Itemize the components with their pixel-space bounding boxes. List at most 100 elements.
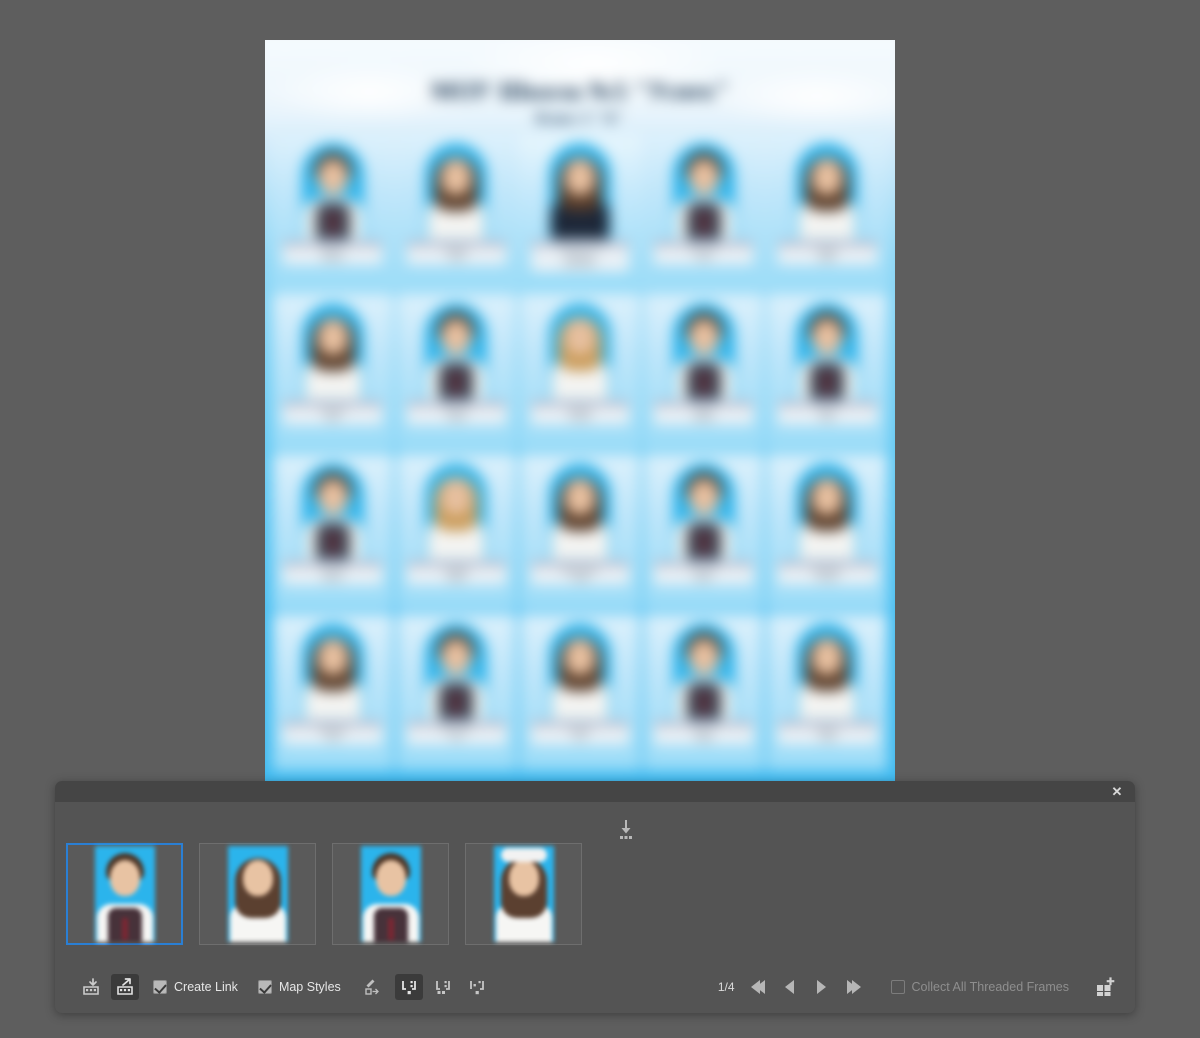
portrait-cell: Виноградова Софья bbox=[520, 454, 640, 610]
portrait-name-line-2: Алиса bbox=[447, 254, 466, 262]
panel-header: ✕ bbox=[55, 781, 1135, 802]
portrait-name-line-2: Илья bbox=[820, 414, 835, 422]
portrait-cell: Кузнецов Егор bbox=[643, 134, 764, 290]
portrait-name-line-2: классный bbox=[566, 254, 594, 262]
portrait-cell: Морозов Артём bbox=[396, 294, 517, 450]
portrait-photo bbox=[796, 623, 859, 719]
portrait-photo bbox=[672, 303, 735, 399]
portrait-photo bbox=[548, 143, 611, 239]
portrait-name-line-2: Софья bbox=[571, 574, 589, 582]
create-link-checkbox[interactable]: Create Link bbox=[153, 980, 238, 994]
create-link-checkbox-box[interactable] bbox=[153, 980, 167, 994]
portrait-cell: Семёнов Никита bbox=[273, 454, 393, 610]
edit-style-mapping-icon[interactable] bbox=[359, 974, 387, 1000]
close-icon[interactable]: ✕ bbox=[1107, 782, 1127, 801]
portrait-name-plate: Голубева Мария bbox=[407, 563, 506, 586]
portrait-cell: Беляева Ева bbox=[520, 614, 640, 770]
map-styles-label: Map Styles bbox=[278, 980, 341, 994]
page-navigation[interactable]: 1/4 bbox=[718, 978, 863, 996]
portrait-name-line-2: Артём bbox=[447, 414, 466, 422]
collect-all-checkbox-box[interactable] bbox=[890, 980, 905, 994]
map-styles-checkbox-box[interactable] bbox=[257, 980, 272, 994]
portrait-name-line-1: Иванов bbox=[322, 247, 343, 254]
portrait-photo bbox=[548, 623, 611, 719]
portrait-name-line-2: Денис bbox=[694, 574, 713, 582]
page-indicator: 1/4 bbox=[717, 980, 735, 994]
portrait-photo bbox=[672, 623, 735, 719]
portrait-name-plate: Фёдорова Анна bbox=[283, 723, 383, 746]
content-conveyor-panel[interactable]: ✕ Create Link Map Styles 1/4 Collect All… bbox=[55, 781, 1135, 1013]
portrait-photo bbox=[425, 303, 488, 399]
portrait-name-line-1: Смирнова Е. В. bbox=[558, 247, 602, 254]
poster-artboard: МОУ Школа №5 "Успех" Класс 1 "А" Иванов М… bbox=[265, 40, 895, 785]
map-styles-checkbox[interactable]: Map Styles bbox=[257, 980, 341, 994]
portrait-name-line-1: Морозов bbox=[444, 407, 469, 414]
portrait-cell: Богданов Денис bbox=[643, 454, 764, 610]
portrait-name-line-1: Михайлов bbox=[442, 727, 471, 734]
portrait-name-plate: Виноградова Софья bbox=[530, 563, 630, 586]
portrait-name-line-2: Максим bbox=[321, 254, 344, 262]
portrait-name-line-1: Семёнов bbox=[320, 567, 345, 574]
load-conveyor-icon[interactable] bbox=[1091, 974, 1119, 1000]
portrait-photo bbox=[301, 623, 364, 719]
portrait-name-plate: Смирнова Е. В. классный руководитель bbox=[530, 243, 630, 273]
nav-prev-icon[interactable] bbox=[781, 978, 799, 996]
conveyor-thumbnail[interactable] bbox=[332, 843, 449, 945]
portrait-name-plate: Волкова Полина bbox=[530, 403, 630, 426]
content-collector-icon[interactable] bbox=[77, 974, 105, 1000]
portrait-name-plate: Морозов Артём bbox=[407, 403, 506, 426]
portrait-cell: Попова Дарья bbox=[767, 134, 887, 290]
place-keep-format-icon[interactable] bbox=[394, 974, 423, 1000]
portrait-cell: Орлова Алина bbox=[767, 614, 887, 770]
collect-all-label: Collect All Threaded Frames bbox=[911, 980, 1069, 994]
portrait-photo bbox=[672, 463, 735, 559]
conveyor-thumbnail[interactable] bbox=[465, 843, 582, 945]
place-remove-format-icon[interactable] bbox=[429, 974, 457, 1000]
portrait-grid: Иванов Максим Петрова Алиса Смирнова Е. В. кл… bbox=[273, 134, 887, 770]
portrait-cell: Павлов Илья bbox=[767, 294, 887, 450]
portrait-name-line-1: Павлов bbox=[817, 407, 838, 414]
portrait-role: руководитель bbox=[563, 262, 597, 269]
portrait-name-line-2: Анна bbox=[325, 734, 341, 742]
portrait-name-plate: Попова Дарья bbox=[777, 243, 877, 266]
portrait-photo bbox=[548, 303, 611, 399]
portrait-name-line-1: Зайцев bbox=[694, 407, 714, 414]
portrait-name-plate: Иванов Максим bbox=[283, 243, 383, 266]
conveyor-toolbar[interactable]: Create Link Map Styles 1/4 Collect All T… bbox=[55, 961, 1135, 1013]
portrait-cell: Голубева Мария bbox=[396, 454, 517, 610]
portrait-name-line-2: Полина bbox=[569, 414, 591, 422]
collect-all-threaded-frames-checkbox[interactable]: Collect All Threaded Frames bbox=[890, 980, 1069, 994]
nav-next-icon[interactable] bbox=[813, 978, 831, 996]
portrait-name-line-2: Матвей bbox=[693, 414, 714, 422]
create-link-label: Create Link bbox=[174, 980, 238, 994]
portrait-name-plate: Кузнецов Егор bbox=[654, 243, 753, 266]
portrait-cell: Михайлов Лев bbox=[396, 614, 517, 770]
portrait-name-line-1: Беляева bbox=[569, 727, 591, 734]
nav-last-icon[interactable] bbox=[845, 978, 863, 996]
portrait-name-plate: Семёнов Никита bbox=[283, 563, 383, 586]
portrait-photo bbox=[672, 143, 735, 239]
poster-document[interactable]: МОУ Школа №5 "Успех" Класс 1 "А" Иванов М… bbox=[265, 40, 895, 785]
place-multiple-icon[interactable] bbox=[463, 974, 491, 1000]
conveyor-thumbnail[interactable] bbox=[66, 843, 183, 945]
conveyor-thumbnail-strip[interactable] bbox=[66, 843, 582, 945]
portrait-name-line-1: Кузнецов bbox=[690, 247, 717, 254]
portrait-cell: Фёдорова Анна bbox=[273, 614, 393, 770]
portrait-photo bbox=[301, 463, 364, 559]
portrait-cell: Соколова Вика bbox=[273, 294, 393, 450]
portrait-name-line-2: Вика bbox=[325, 414, 340, 422]
portrait-cell: Тарасов Тимур bbox=[643, 614, 764, 770]
nav-first-icon[interactable] bbox=[749, 978, 767, 996]
portrait-photo bbox=[301, 303, 364, 399]
content-placer-icon[interactable] bbox=[111, 974, 139, 1000]
portrait-name-line-1: Тарасов bbox=[692, 727, 715, 734]
portrait-name-line-1: Соколова bbox=[319, 407, 346, 414]
portrait-name-line-1: Петрова bbox=[444, 247, 468, 254]
portrait-name-line-2: Лев bbox=[451, 734, 462, 742]
portrait-name-line-1: Богданов bbox=[690, 567, 717, 574]
place-gun-icon[interactable] bbox=[616, 819, 636, 841]
portrait-name-line-1: Голубева bbox=[444, 567, 469, 574]
portrait-name-plate: Тарасов Тимур bbox=[654, 723, 753, 746]
conveyor-thumbnail[interactable] bbox=[199, 843, 316, 945]
portrait-cell: Зайцев Матвей bbox=[643, 294, 764, 450]
